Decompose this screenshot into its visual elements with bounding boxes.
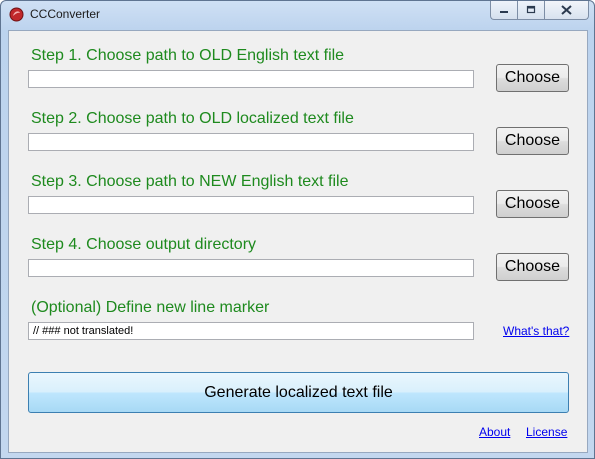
app-icon: [9, 7, 24, 22]
title-bar[interactable]: CCConverter: [1, 1, 594, 27]
old-localized-path-input[interactable]: [28, 133, 474, 151]
client-area: Step 1. Choose path to OLD English text …: [8, 30, 588, 453]
maximize-button[interactable]: [517, 1, 544, 20]
old-english-path-input[interactable]: [28, 70, 474, 88]
app-window: CCConverter Step 1. Choose path to OLD E…: [0, 0, 595, 459]
choose-old-localized-button[interactable]: Choose: [496, 127, 569, 155]
step-3-label: Step 3. Choose path to NEW English text …: [31, 173, 349, 190]
choose-new-english-button[interactable]: Choose: [496, 190, 569, 218]
window-title: CCConverter: [30, 7, 101, 21]
minimize-icon: [500, 11, 508, 13]
step-2-label: Step 2. Choose path to OLD localized tex…: [31, 110, 354, 127]
step-1-label: Step 1. Choose path to OLD English text …: [31, 47, 345, 64]
choose-old-english-button[interactable]: Choose: [496, 64, 569, 92]
maximize-icon: [526, 5, 536, 14]
step-4-label: Step 4. Choose output directory: [31, 236, 257, 253]
caption-buttons: [490, 1, 589, 21]
generate-localized-file-button[interactable]: Generate localized text file: [28, 372, 569, 413]
license-link[interactable]: License: [526, 425, 567, 439]
minimize-button[interactable]: [490, 1, 517, 20]
new-line-marker-label: (Optional) Define new line marker: [31, 299, 270, 316]
output-directory-input[interactable]: [28, 259, 474, 277]
new-english-path-input[interactable]: [28, 196, 474, 214]
close-button[interactable]: [544, 1, 589, 20]
choose-output-directory-button[interactable]: Choose: [496, 253, 569, 281]
whats-that-link[interactable]: What's that?: [503, 324, 569, 338]
close-icon: [561, 5, 572, 15]
new-line-marker-input[interactable]: [28, 322, 474, 340]
about-link[interactable]: About: [479, 425, 510, 439]
